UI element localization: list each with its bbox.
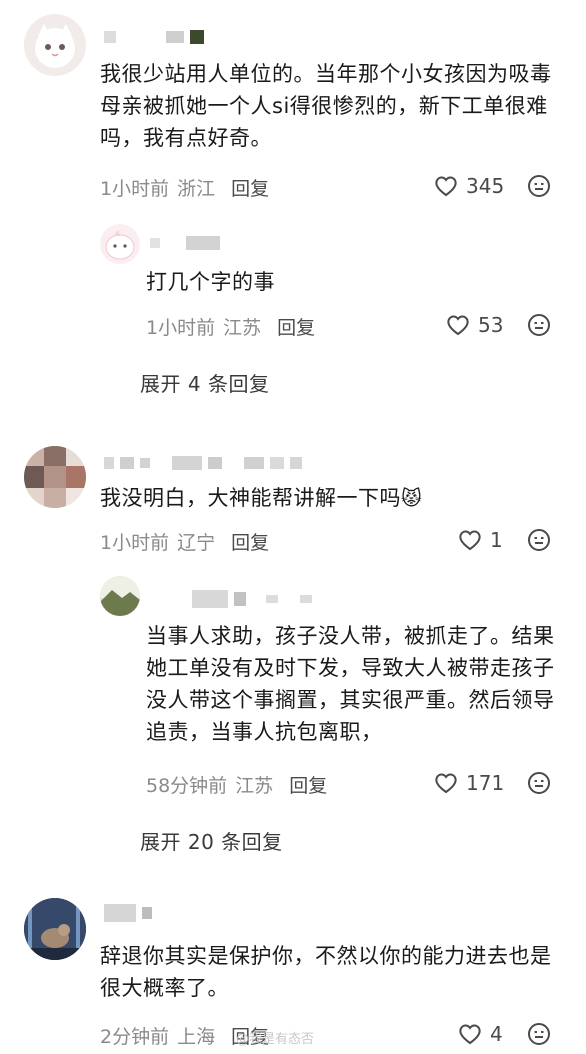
like-count: 53 — [478, 313, 504, 337]
avatar[interactable] — [24, 446, 86, 508]
reply-time: 58分钟前 — [146, 775, 228, 797]
like-count: 171 — [466, 771, 505, 795]
reply-button[interactable]: 回复 — [231, 174, 269, 201]
emoji-reaction-button[interactable] — [527, 174, 551, 198]
cartoon-avatar-icon — [105, 230, 135, 260]
like-button[interactable]: 53 — [446, 313, 503, 337]
comment-meta: 1小时前 浙江 回复 — [100, 174, 269, 201]
watermark-text: @我是有态否 — [236, 1032, 315, 1047]
comment-time: 1小时前 — [100, 178, 170, 200]
username-blurred[interactable] — [192, 590, 312, 608]
heart-outline-icon — [435, 773, 457, 794]
like-button[interactable]: 345 — [434, 174, 504, 198]
comment-location: 上海 — [177, 1026, 216, 1048]
reply-avatar[interactable] — [100, 224, 140, 264]
cat-avatar-icon — [35, 24, 75, 68]
reply-location: 江苏 — [235, 775, 274, 797]
emoji-face-icon — [528, 314, 550, 336]
username-blurred[interactable] — [104, 904, 152, 922]
like-count: 1 — [490, 528, 503, 552]
comment-text: 我没明白，大神能帮讲解一下吗😾 — [100, 482, 560, 514]
comment-time: 2分钟前 — [100, 1026, 170, 1048]
comment-meta: 1小时前 辽宁 回复 — [100, 528, 269, 555]
reply-location: 江苏 — [223, 317, 262, 339]
reply-meta: 58分钟前 江苏 回复 — [146, 771, 327, 798]
username-blurred[interactable] — [150, 236, 220, 250]
username-blurred[interactable] — [104, 456, 302, 470]
comment-text: 辞退你其实是保护你，不然以你的能力进去也是很大概率了。 — [100, 944, 552, 1000]
reply-button[interactable]: 回复 — [231, 528, 269, 555]
pixelated-avatar-icon — [24, 446, 86, 508]
night-scene-avatar-icon — [24, 898, 86, 960]
emoji-reaction-button[interactable] — [527, 528, 551, 552]
like-button[interactable]: 4 — [458, 1022, 503, 1046]
heart-outline-icon — [447, 315, 469, 336]
watermark: @我是有态否 — [236, 1028, 314, 1047]
avatar[interactable] — [24, 898, 86, 960]
emoji-face-icon — [528, 772, 550, 794]
username-blurred[interactable] — [104, 30, 204, 44]
heart-outline-icon — [459, 530, 481, 551]
emoji-face-icon — [528, 529, 550, 551]
comment-text-content: 我没明白，大神能帮讲解一下吗 — [100, 486, 401, 510]
comment-location: 辽宁 — [177, 532, 216, 554]
emoji-reaction-button[interactable] — [527, 313, 551, 337]
like-button[interactable]: 171 — [434, 771, 504, 795]
reply-button[interactable]: 回复 — [289, 771, 327, 798]
emoji-reaction-button[interactable] — [527, 1022, 551, 1046]
avatar[interactable] — [24, 14, 86, 76]
like-button[interactable]: 1 — [458, 528, 503, 552]
landscape-avatar-icon — [100, 576, 140, 616]
emoji-face-icon — [528, 175, 550, 197]
emoji-face-icon — [528, 1023, 550, 1045]
reply-time: 1小时前 — [146, 317, 216, 339]
like-count: 4 — [490, 1022, 503, 1046]
reply-text: 打几个字的事 — [146, 270, 275, 294]
reply-button[interactable]: 回复 — [277, 313, 315, 340]
reply-text: 当事人求助，孩子没人带，被抓走了。结果她工单没有及时下发，导致大人被带走孩子没人… — [146, 624, 555, 744]
heart-outline-icon — [459, 1024, 481, 1045]
comment-location: 浙江 — [177, 178, 216, 200]
expand-replies-link[interactable]: 展开 4 条回复 — [140, 368, 269, 397]
like-count: 345 — [466, 174, 505, 198]
expand-replies-link[interactable]: 展开 20 条回复 — [140, 826, 283, 855]
heart-outline-icon — [435, 176, 457, 197]
reply-avatar[interactable] — [100, 576, 140, 616]
reply-meta: 1小时前 江苏 回复 — [146, 313, 315, 340]
emoji-reaction-button[interactable] — [527, 771, 551, 795]
comment-time: 1小时前 — [100, 532, 170, 554]
angry-cat-emoji: 😾 — [401, 486, 423, 510]
comment-text: 我很少站用人单位的。当年那个小女孩因为吸毒母亲被抓她一个人si得很惨烈的，新下工… — [100, 62, 552, 150]
